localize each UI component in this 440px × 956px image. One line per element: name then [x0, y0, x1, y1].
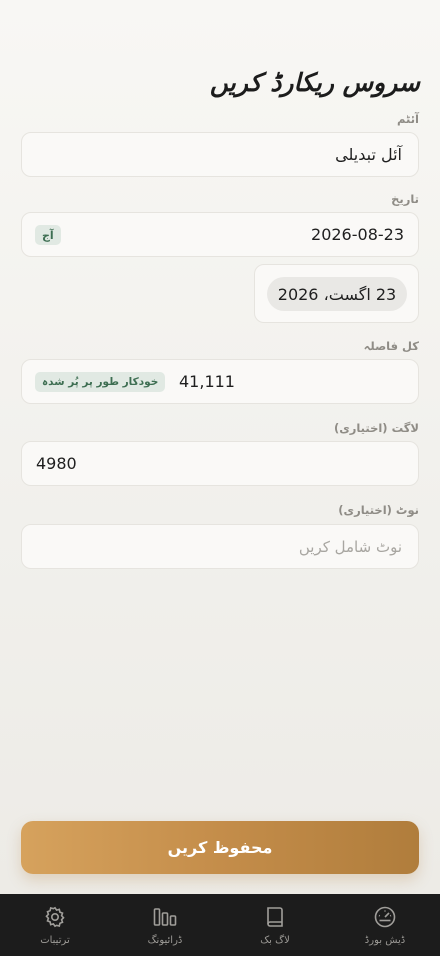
tab-dashboard-label: ڈیش بورڈ — [364, 935, 406, 946]
tab-driving-label: ڈرائیونگ — [147, 935, 183, 946]
tab-settings[interactable]: ترتیبات — [0, 894, 110, 956]
cost-value: 4980 — [36, 454, 77, 473]
speedometer-icon — [374, 906, 396, 928]
date-field[interactable]: آج 2026-08-23 — [21, 212, 419, 257]
cost-field[interactable]: 4980 — [21, 441, 419, 486]
save-button[interactable]: محفوظ کریں — [21, 821, 419, 874]
date-label: تاریخ — [391, 192, 419, 206]
item-value: آئل تبدیلی — [335, 145, 402, 164]
bottom-tab-bar: ترتیبات ڈرائیونگ لاگ بک ڈیش بورڈ — [0, 894, 440, 956]
date-picker-pill[interactable]: 23 اگست، 2026 — [267, 277, 407, 311]
date-picker-card: 23 اگست، 2026 — [254, 264, 419, 323]
today-button[interactable]: آج — [35, 225, 61, 245]
tab-logbook[interactable]: لاگ بک — [220, 894, 330, 956]
note-field[interactable]: نوٹ شامل کریں — [21, 524, 419, 569]
odometer-value: 41,111 — [179, 372, 235, 391]
tab-logbook-label: لاگ بک — [260, 935, 290, 946]
cost-label: لاگت (اختیاری) — [333, 421, 419, 435]
auto-filled-badge: خودکار طور پر پُر شدہ — [35, 372, 166, 392]
tab-driving[interactable]: ڈرائیونگ — [110, 894, 220, 956]
service-record-screen: سروس ریکارڈ کریں آئٹم آئل تبدیلی تاریخ آ… — [0, 0, 440, 956]
date-value: 2026-08-23 — [311, 225, 404, 244]
item-field[interactable]: آئل تبدیلی — [21, 132, 419, 177]
note-label: نوٹ (اختیاری) — [338, 503, 419, 517]
item-label: آئٹم — [397, 112, 419, 126]
gear-icon — [45, 906, 65, 928]
bars-icon — [153, 908, 177, 926]
note-placeholder: نوٹ شامل کریں — [298, 537, 402, 556]
page-title: سروس ریکارڈ کریں — [209, 68, 420, 97]
odometer-field[interactable]: خودکار طور پر پُر شدہ 41,111 — [21, 359, 419, 404]
odometer-label: کل فاصلہ — [363, 339, 419, 353]
book-icon — [267, 907, 283, 927]
tab-dashboard[interactable]: ڈیش بورڈ — [330, 894, 440, 956]
tab-settings-label: ترتیبات — [40, 935, 70, 946]
